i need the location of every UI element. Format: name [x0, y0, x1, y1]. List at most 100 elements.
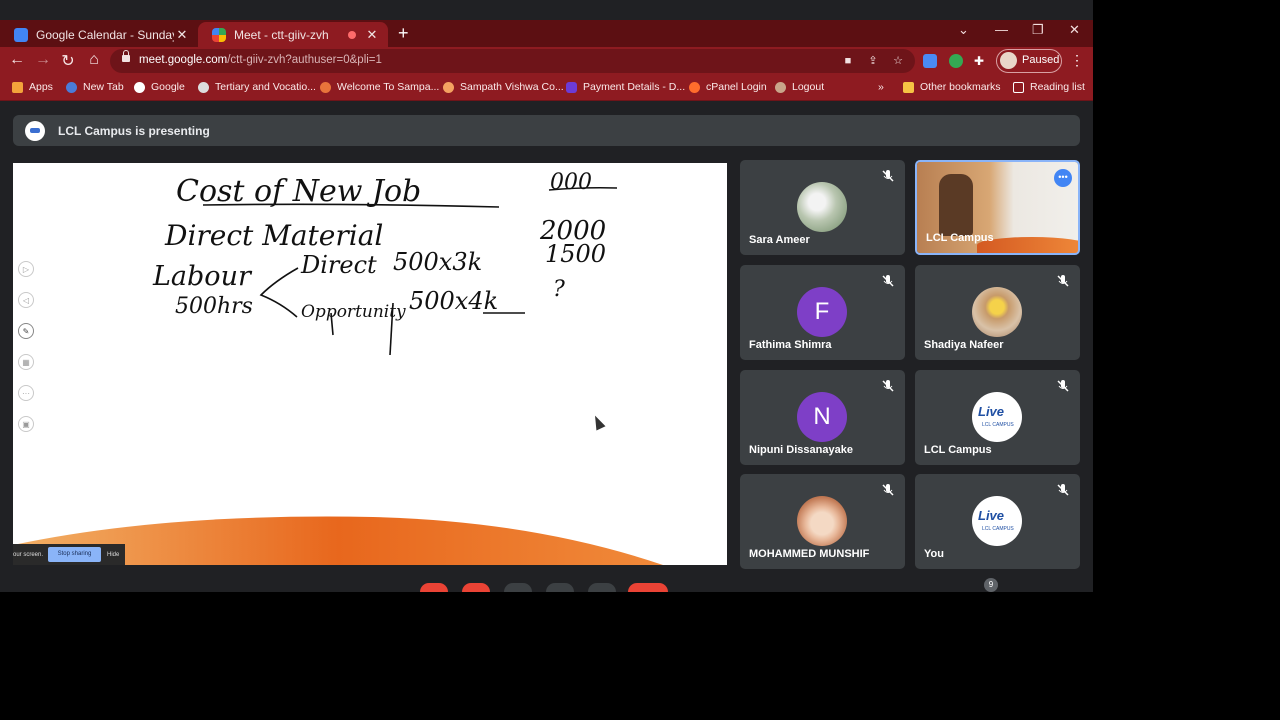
highlighter-icon[interactable]: ▦: [18, 354, 34, 370]
bookmark-cpanel[interactable]: cPanel Login: [689, 81, 767, 93]
participant-name: You: [924, 548, 944, 560]
video-person: [939, 174, 973, 236]
presenting-text: LCL Campus is presenting: [58, 124, 210, 138]
presenter-logo-icon: [25, 121, 45, 141]
tab-title: Meet - ctt-giiv-zvh: [234, 27, 329, 42]
captions-button[interactable]: [504, 583, 532, 592]
participant-name: MOHAMMED MUNSHIF: [749, 548, 870, 560]
sampath-icon: [320, 81, 331, 93]
apps-grid-icon: [12, 81, 23, 93]
mic-off-icon: [882, 275, 894, 287]
bookmark-apps[interactable]: Apps: [12, 81, 53, 93]
bookmark-sampath-vishwa[interactable]: Sampath Vishwa Co...: [443, 81, 564, 93]
wb-opportunity-calc: 500x4k: [409, 287, 498, 315]
participant-tile[interactable]: Sara Ameer: [740, 160, 905, 255]
browser-window: Google Calendar - Sunday, Janua ✕ Meet -…: [0, 0, 1093, 592]
participant-tile-self[interactable]: Live LCL CAMPUS You: [915, 474, 1080, 569]
participant-tile[interactable]: MOHAMMED MUNSHIF: [740, 474, 905, 569]
back-button[interactable]: ←: [7, 51, 27, 69]
wb-labour: Labour: [152, 261, 253, 292]
share-icon[interactable]: ⇪: [866, 54, 880, 68]
tab-search-icon[interactable]: ⌄: [958, 22, 969, 38]
avatar: [972, 287, 1022, 337]
bookmark-google[interactable]: Google: [134, 81, 185, 93]
star-icon[interactable]: ☆: [891, 54, 905, 68]
home-button[interactable]: ⌂: [84, 51, 104, 69]
wb-direct: Direct: [300, 251, 377, 279]
extension-icon[interactable]: [949, 54, 963, 68]
camera-button[interactable]: [462, 583, 490, 592]
close-icon[interactable]: ✕: [174, 27, 190, 43]
payment-icon: [566, 81, 577, 93]
participant-name: Nipuni Dissanayake: [749, 444, 853, 456]
puzzle-icon[interactable]: ✚: [974, 54, 988, 68]
lock-icon[interactable]: [122, 50, 130, 62]
wb-direct-material: Direct Material: [164, 219, 383, 252]
reload-button[interactable]: ↻: [58, 51, 78, 71]
wb-opportunity: Opportunity: [301, 302, 406, 322]
menu-icon[interactable]: ⋮: [1070, 52, 1084, 69]
edge-icon: [66, 81, 77, 93]
globe-icon: [198, 81, 209, 93]
stop-sharing-button[interactable]: Stop sharing: [48, 547, 101, 562]
bookmark-logout[interactable]: Logout: [775, 81, 824, 93]
shared-screen[interactable]: Cost of New Job 000 Direct Material 2000…: [13, 163, 727, 565]
forward-button[interactable]: →: [33, 51, 53, 69]
participant-count-badge: 9: [984, 578, 998, 592]
participant-tile[interactable]: N Nipuni Dissanayake: [740, 370, 905, 465]
bookmark-payment-details[interactable]: Payment Details - D...: [566, 81, 685, 93]
extension-icon[interactable]: [923, 54, 937, 68]
tab-title: Google Calendar - Sunday, Janua: [36, 27, 174, 42]
raise-hand-button[interactable]: [546, 583, 574, 592]
meet-icon: [212, 27, 226, 42]
screen-icon[interactable]: ▣: [18, 416, 34, 432]
cpanel-icon: [689, 81, 700, 93]
maximize-button[interactable]: ❐: [1032, 22, 1044, 38]
google-icon: [134, 81, 145, 93]
participant-tile[interactable]: Live LCL CAMPUS LCL Campus: [915, 370, 1080, 465]
mic-off-icon: [882, 170, 894, 182]
wb-direct-value: 1500: [545, 240, 606, 268]
hide-button[interactable]: Hide: [107, 552, 119, 558]
present-button[interactable]: [588, 583, 616, 592]
share-text: our screen.: [13, 552, 44, 558]
profile-button[interactable]: Paused: [996, 49, 1062, 73]
play-icon[interactable]: ▷: [18, 261, 34, 277]
bookmark-welcome-sampath[interactable]: Welcome To Sampa...: [320, 81, 439, 93]
other-bookmarks[interactable]: Other bookmarks: [903, 81, 1001, 93]
participant-tile[interactable]: Shadiya Nafeer: [915, 265, 1080, 360]
participant-tile[interactable]: F Fathima Shimra: [740, 265, 905, 360]
folder-icon: [903, 81, 914, 93]
lcl-logo-icon: Live LCL CAMPUS: [972, 496, 1022, 546]
profile-label: Paused: [1022, 54, 1060, 66]
pen-icon[interactable]: ✎: [18, 323, 34, 339]
more-options-icon[interactable]: •••: [1054, 169, 1072, 187]
previous-icon[interactable]: ◁: [18, 292, 34, 308]
mic-button[interactable]: [420, 583, 448, 592]
avatar: [797, 182, 847, 232]
participant-tile-active[interactable]: ••• LCL Campus: [915, 160, 1080, 255]
whiteboard-canvas: Cost of New Job 000 Direct Material 2000…: [13, 170, 663, 565]
mic-off-icon: [1057, 275, 1069, 287]
bookmark-new-tab[interactable]: New Tab: [66, 81, 124, 93]
bookmarks-overflow-chevron[interactable]: »: [878, 81, 884, 93]
participant-name: Fathima Shimra: [749, 339, 832, 351]
new-tab-button[interactable]: +: [398, 24, 409, 42]
more-options-icon[interactable]: ···: [18, 385, 34, 401]
mic-off-icon: [1057, 380, 1069, 392]
window-close-button[interactable]: ✕: [1069, 22, 1080, 38]
tab-meet[interactable]: Meet - ctt-giiv-zvh ✕: [198, 22, 388, 47]
minimize-button[interactable]: —: [995, 22, 1008, 37]
bookmark-tertiary[interactable]: Tertiary and Vocatio...: [198, 81, 316, 93]
camera-icon[interactable]: ■: [841, 54, 855, 68]
presentation-banner: LCL Campus is presenting: [13, 115, 1080, 146]
reading-list-icon: [1013, 81, 1024, 93]
leave-call-button[interactable]: [628, 583, 668, 592]
close-icon[interactable]: ✕: [364, 27, 380, 43]
reading-list[interactable]: Reading list: [1013, 81, 1085, 93]
logout-icon: [775, 81, 786, 93]
avatar: N: [797, 392, 847, 442]
tab-google-calendar[interactable]: Google Calendar - Sunday, Janua ✕: [0, 22, 198, 47]
recording-icon: [348, 30, 356, 39]
address-bar[interactable]: meet.google.com/ctt-giiv-zvh?authuser=0&…: [110, 49, 915, 73]
